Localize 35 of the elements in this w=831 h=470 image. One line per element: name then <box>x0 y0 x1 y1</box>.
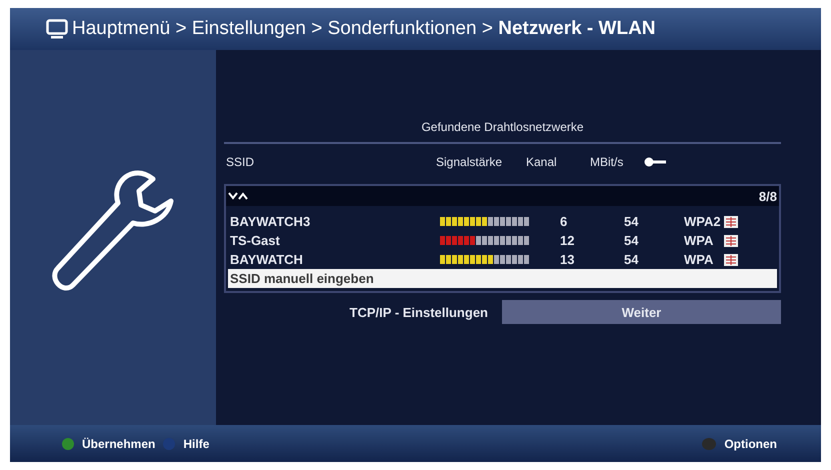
channel: 12 <box>560 233 576 248</box>
rate: 54 <box>624 214 640 229</box>
column-header: Kanal <box>526 155 558 169</box>
key-icon <box>644 157 666 167</box>
footer-action[interactable]: Übernehmen <box>82 436 156 450</box>
panel-title: Gefundene Drahtlosnetzwerke <box>421 120 584 136</box>
rate: 54 <box>624 252 640 267</box>
footer-action[interactable]: Optionen <box>724 436 777 450</box>
list-action[interactable]: SSID manuell eingeben <box>228 269 777 288</box>
column-header: SSID <box>226 155 256 169</box>
lock-grid-icon <box>724 254 738 266</box>
network-row[interactable]: BAYWATCH3 6 54 WPA2 <box>228 212 777 231</box>
ssid: TS-Gast <box>230 233 281 248</box>
footer-action[interactable]: Hilfe <box>183 436 210 450</box>
ssid: BAYWATCH3 <box>230 214 312 229</box>
options-key-icon <box>702 438 716 450</box>
breadcrumb: Hauptmenü > Einstellungen > Sonderfunktionen > Netzwerk - WLAN <box>72 18 656 40</box>
channel: 13 <box>560 252 576 267</box>
network-row[interactable]: BAYWATCH 13 54 WPA <box>228 250 777 269</box>
rate: 54 <box>624 233 640 248</box>
page-count: 8/8 <box>758 188 777 204</box>
column-header: Signalstärke <box>436 155 504 169</box>
network-row[interactable]: TS-Gast 12 54 WPA <box>228 231 777 250</box>
lock-grid-icon <box>724 234 738 246</box>
security: WPA <box>684 233 714 248</box>
chevrons-icon <box>228 192 248 200</box>
continue-button[interactable]: Weiter <box>502 300 781 324</box>
setting-label: TCP/IP - Einstellungen <box>348 304 489 320</box>
ssid: BAYWATCH <box>230 252 304 267</box>
security: WPA <box>684 252 714 267</box>
column-header: MBit/s <box>590 155 624 169</box>
lock-grid-icon <box>724 216 738 228</box>
channel: 6 <box>560 214 568 229</box>
security: WPA2 <box>684 214 722 229</box>
tv-icon <box>46 19 68 39</box>
